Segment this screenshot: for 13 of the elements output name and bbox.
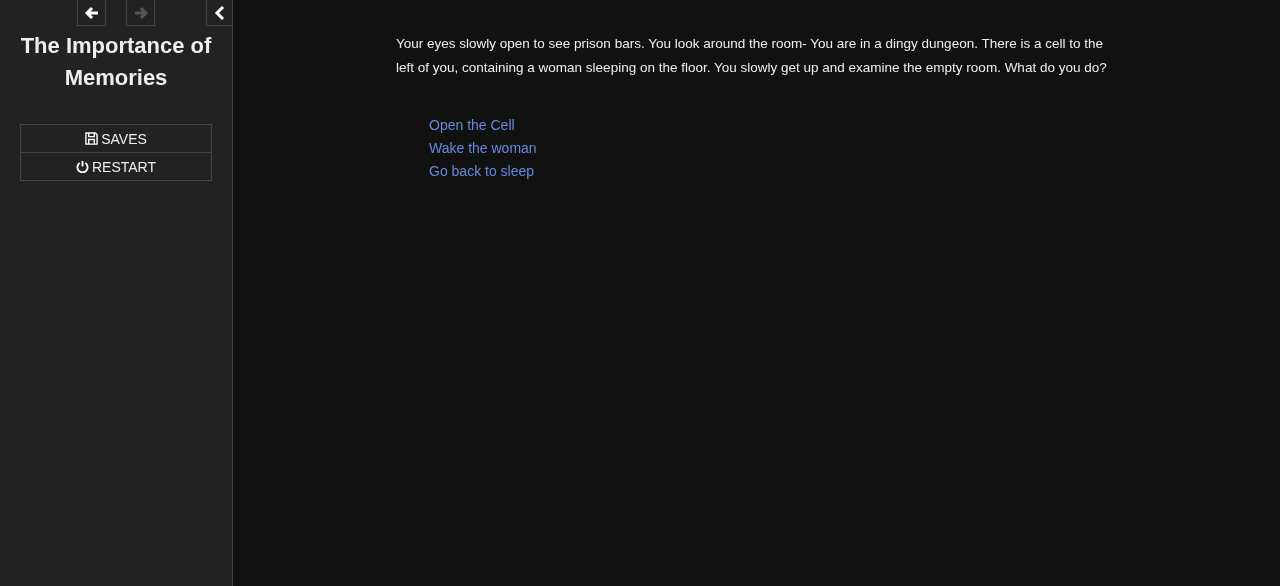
choice-link[interactable]: Open the Cell: [429, 116, 1116, 134]
arrow-left-icon: [83, 4, 100, 21]
saves-button[interactable]: SAVES: [20, 124, 212, 153]
choice-link[interactable]: Go back to sleep: [429, 162, 1116, 180]
back-button[interactable]: [77, 0, 106, 26]
restart-button[interactable]: RESTART: [20, 152, 212, 181]
arrow-right-icon: [132, 4, 149, 21]
choice-link[interactable]: Wake the woman: [429, 139, 1116, 157]
chevron-left-icon: [213, 5, 226, 20]
passage-text: Your eyes slowly open to see prison bars. You look around the room- You are in a dingy dungeon. There is a cell to the left of you, containing a woman sleeping on the floor. You slowly get up and examine the empty room. What do you do?: [396, 35, 1108, 77]
power-icon: [75, 160, 89, 173]
collapse-button[interactable]: [206, 0, 232, 26]
story-title: The Importance of Memories: [19, 32, 213, 92]
